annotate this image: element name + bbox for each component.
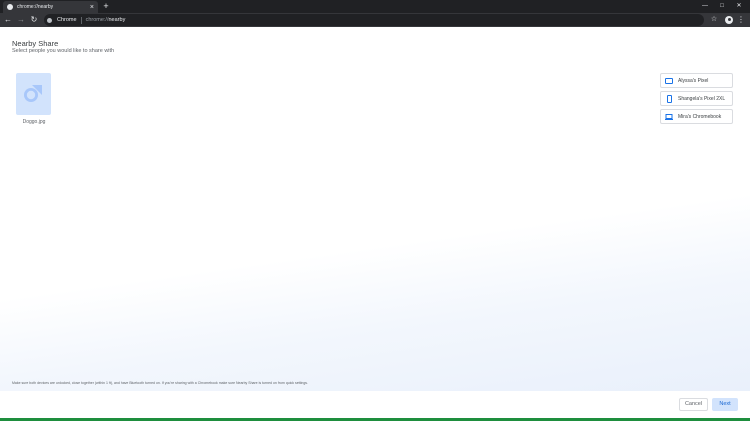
next-button[interactable]: Next	[712, 398, 738, 411]
maximize-button[interactable]: □	[715, 0, 729, 12]
url-divider	[80, 16, 82, 24]
file-preview	[16, 73, 51, 115]
new-tab-button[interactable]: +	[101, 1, 111, 12]
chrome-icon	[7, 4, 13, 10]
help-note: Make sure both devices are unlocked, clo…	[12, 381, 308, 385]
device-alyssas-pixel[interactable]: Alyssa's Pixel	[660, 73, 733, 88]
back-button[interactable]: ←	[2, 13, 14, 27]
bookmark-star-icon[interactable]: ☆	[709, 13, 719, 27]
tab-strip: chrome://nearby × + — □ ✕	[0, 0, 750, 13]
close-tab-icon[interactable]: ×	[90, 4, 94, 11]
browser-toolbar: ← → ↻ Chrome chrome:// nearby ☆ ⋮	[0, 13, 750, 27]
profile-avatar[interactable]	[725, 16, 733, 24]
page-subtitle: Select people you would like to share wi…	[12, 48, 115, 54]
device-shangelas-pixel-2xl[interactable]: Shangela's Pixel 2XL	[660, 91, 733, 106]
cancel-button[interactable]: Cancel	[679, 398, 708, 411]
device-miras-chromebook[interactable]: Mira's Chromebook	[660, 109, 733, 124]
page-title: Nearby Share	[12, 39, 59, 48]
url-scheme: chrome://	[85, 17, 109, 23]
reload-button[interactable]: ↻	[28, 13, 40, 27]
image-file-icon	[24, 85, 42, 102]
forward-button[interactable]: →	[15, 13, 27, 27]
browser-tab[interactable]: chrome://nearby ×	[3, 1, 98, 13]
minimize-button[interactable]: —	[698, 0, 712, 12]
file-name: Doggo.jpg	[22, 119, 46, 125]
nearby-share-page: Nearby Share Select people you would lik…	[0, 27, 750, 391]
device-label: Shangela's Pixel 2XL	[678, 95, 726, 102]
device-label: Alyssa's Pixel	[678, 77, 709, 84]
laptop-icon	[665, 113, 673, 121]
site-name: Chrome	[57, 17, 77, 23]
phone-icon	[665, 94, 673, 103]
url-host: nearby	[108, 17, 126, 23]
action-bar: Cancel Next	[0, 391, 750, 418]
site-info-icon[interactable]	[47, 17, 52, 23]
device-label: Mira's Chromebook	[678, 113, 722, 120]
tab-title: chrome://nearby	[17, 4, 54, 10]
close-window-button[interactable]: ✕	[732, 0, 746, 12]
tablet-icon	[665, 77, 673, 85]
menu-icon[interactable]: ⋮	[737, 13, 745, 27]
address-bar[interactable]: Chrome chrome:// nearby	[44, 14, 704, 26]
